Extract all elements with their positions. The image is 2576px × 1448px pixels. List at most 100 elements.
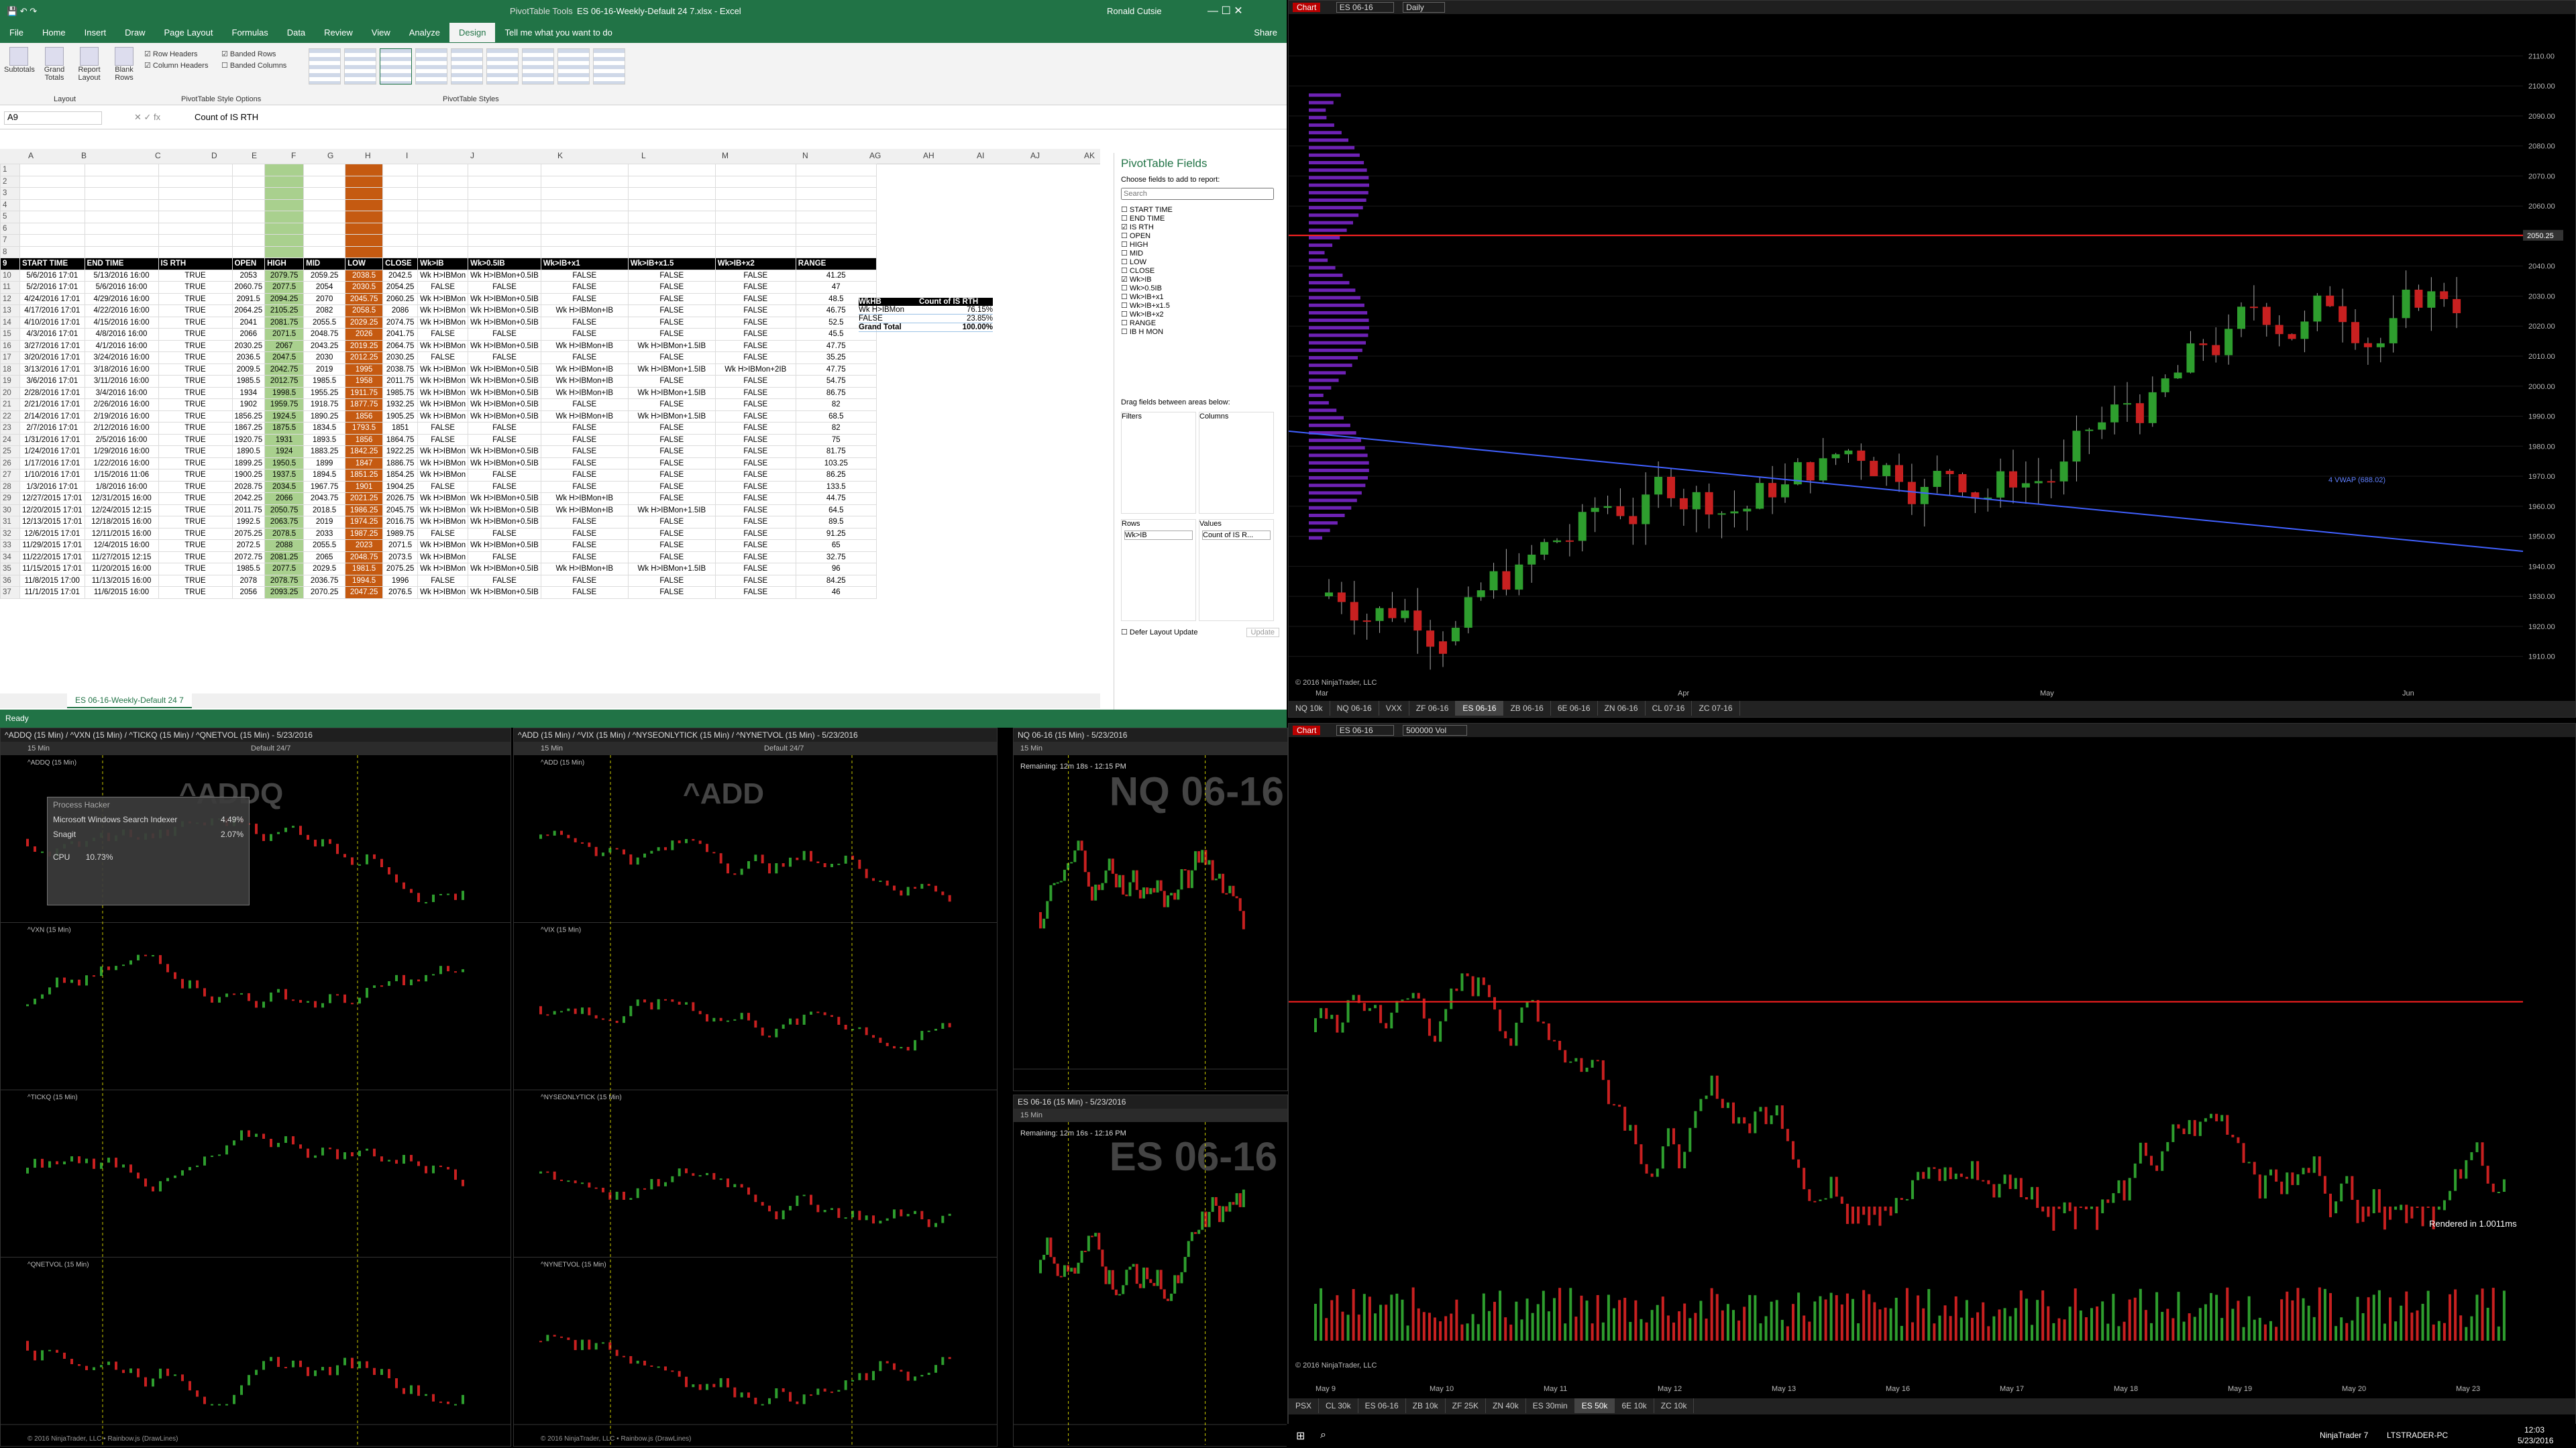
cell[interactable]: 3/27/2016 17:01 [19, 339, 85, 352]
cell[interactable]: Wk H>IBMon+0.5IB [468, 445, 541, 458]
cell[interactable]: TRUE [158, 457, 233, 469]
cell[interactable]: 11/27/2015 12:15 [84, 551, 159, 563]
cell[interactable]: 2081.75 [264, 316, 305, 329]
cell[interactable] [158, 234, 233, 247]
cell[interactable] [303, 245, 346, 258]
cell[interactable] [540, 175, 629, 188]
cell[interactable]: 1931 [264, 433, 305, 446]
cell[interactable]: FALSE [468, 351, 541, 364]
row-number[interactable]: 5 [0, 211, 20, 223]
cell[interactable] [84, 222, 159, 235]
column-header-cell[interactable]: Wk>0.5IB [468, 258, 541, 270]
cell[interactable] [540, 187, 629, 200]
cell[interactable]: FALSE [540, 316, 629, 329]
cell[interactable]: 2034.5 [264, 480, 305, 493]
cell[interactable]: 2019 [303, 516, 346, 528]
cell[interactable]: 3/20/2016 17:01 [19, 351, 85, 364]
cell[interactable] [231, 175, 266, 188]
cell[interactable]: 1937.5 [264, 469, 305, 482]
cell[interactable]: TRUE [158, 516, 233, 528]
cell[interactable]: Wk H>IBMon+IB [540, 492, 629, 505]
cell[interactable] [84, 175, 159, 188]
cell[interactable]: 2071.5 [264, 328, 305, 341]
cell[interactable]: FALSE [627, 516, 716, 528]
cell[interactable] [303, 211, 346, 223]
cell[interactable] [19, 175, 85, 188]
column-header[interactable]: I [406, 151, 408, 160]
cell[interactable]: FALSE [468, 574, 541, 587]
cell[interactable]: TRUE [158, 269, 233, 282]
cell[interactable]: TRUE [158, 539, 233, 552]
cell[interactable]: TRUE [158, 363, 233, 376]
cell[interactable]: FALSE [417, 351, 469, 364]
cell[interactable] [264, 199, 305, 211]
pivot-row[interactable]: Grand Total 100.00% [859, 323, 993, 332]
cell[interactable]: TRUE [158, 422, 233, 435]
cell[interactable]: FALSE [540, 457, 629, 469]
instrument-tab[interactable]: NQ 10k [1289, 701, 1330, 716]
cell[interactable]: 1992.5 [231, 516, 266, 528]
cell[interactable]: FALSE [714, 492, 796, 505]
ribbon-tab[interactable]: Design [449, 23, 496, 42]
cell[interactable]: TRUE [158, 504, 233, 516]
field-item[interactable]: ☐ Wk>IB+x1 [1121, 292, 1279, 301]
cell[interactable] [231, 164, 266, 176]
row-number[interactable]: 37 [0, 586, 20, 599]
cell[interactable]: FALSE [714, 563, 796, 575]
instrument-tab[interactable]: ZN 06-16 [1598, 701, 1646, 716]
ribbon-tab[interactable]: Page Layout [155, 23, 223, 42]
cell[interactable]: Wk H>IBMon+0.5IB [468, 386, 541, 399]
pivot-style-swatch[interactable] [593, 48, 625, 85]
cell[interactable] [417, 234, 469, 247]
field-checkbox[interactable]: ☐ [1121, 311, 1130, 319]
cell[interactable]: 68.5 [795, 410, 877, 423]
cell[interactable]: 2012.25 [345, 351, 384, 364]
cell[interactable]: FALSE [714, 457, 796, 469]
cell[interactable]: 81.75 [795, 445, 877, 458]
cell[interactable]: FALSE [714, 328, 796, 341]
cell[interactable] [468, 164, 541, 176]
cell[interactable]: 2064.75 [382, 339, 419, 352]
row-number[interactable]: 36 [0, 574, 20, 587]
cell[interactable] [417, 175, 469, 188]
cell[interactable]: FALSE [714, 445, 796, 458]
field-checkbox[interactable]: ☐ [1121, 206, 1130, 214]
cell[interactable]: 1856 [345, 433, 384, 446]
ribbon-tab[interactable]: View [362, 23, 400, 42]
field-item[interactable]: ☐ MID [1121, 249, 1279, 258]
cell[interactable]: TRUE [158, 410, 233, 423]
name-box[interactable]: A9 [4, 111, 102, 125]
cell[interactable]: FALSE [468, 480, 541, 493]
field-checkbox[interactable]: ☐ [1121, 302, 1130, 310]
cell[interactable] [627, 199, 716, 211]
instrument-tab[interactable]: NQ 06-16 [1330, 701, 1379, 716]
cell[interactable]: 2045.75 [345, 292, 384, 305]
pivot-style-swatch[interactable] [415, 48, 447, 85]
cell[interactable] [303, 199, 346, 211]
field-checkbox[interactable]: ☑ [1121, 276, 1130, 284]
template-label[interactable]: Default 24/7 [764, 744, 804, 753]
cell[interactable]: FALSE [468, 328, 541, 341]
cell[interactable] [19, 187, 85, 200]
cell[interactable] [627, 187, 716, 200]
cell[interactable]: Wk H>IBMon+0.5IB [468, 563, 541, 575]
cell[interactable] [540, 245, 629, 258]
cell[interactable]: 1842.25 [345, 445, 384, 458]
cell[interactable] [264, 164, 305, 176]
cell[interactable]: 2/28/2016 17:01 [19, 386, 85, 399]
cell[interactable] [158, 187, 233, 200]
cell[interactable]: FALSE [714, 480, 796, 493]
column-header[interactable]: B [81, 151, 87, 160]
cell[interactable]: 1985.5 [303, 375, 346, 388]
cell[interactable]: Wk H>IBMon [417, 457, 469, 469]
pivot-style-swatch[interactable] [380, 48, 412, 85]
row-number[interactable]: 3 [0, 187, 20, 200]
cell[interactable]: TRUE [158, 304, 233, 317]
cell[interactable]: FALSE [468, 281, 541, 294]
row-number[interactable]: 4 [0, 199, 20, 211]
cell[interactable]: 12/13/2015 17:01 [19, 516, 85, 528]
cell[interactable]: Wk H>IBMon+0.5IB [468, 375, 541, 388]
cell[interactable]: TRUE [158, 281, 233, 294]
cell[interactable]: 2012.75 [264, 375, 305, 388]
ribbon-tab[interactable]: File [0, 23, 33, 42]
